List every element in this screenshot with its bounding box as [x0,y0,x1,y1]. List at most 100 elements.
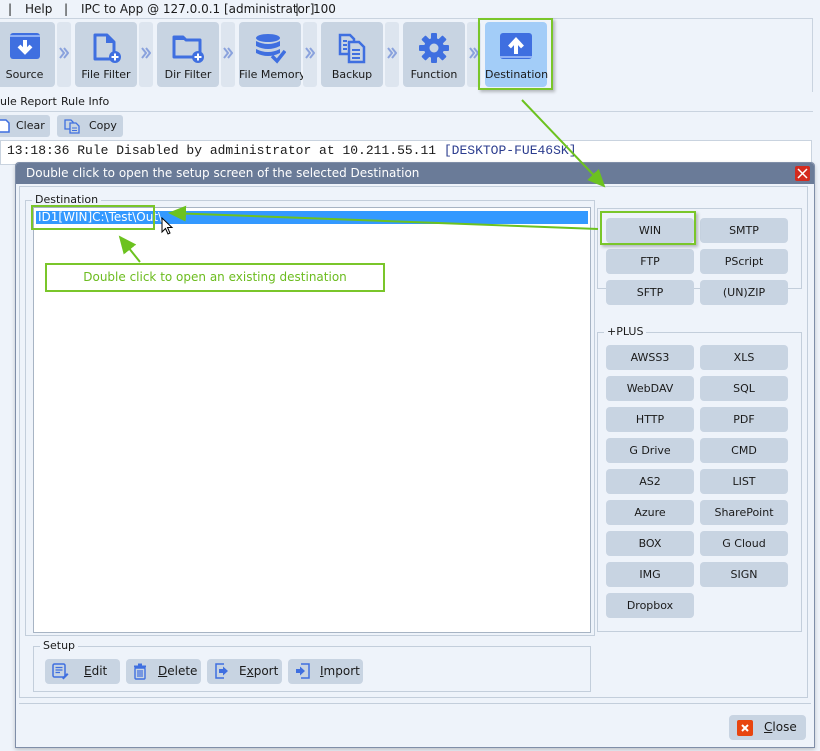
dialog-title: Double click to open the setup screen of… [16,163,814,184]
dest-sharepoint-button[interactable]: SharePoint [700,500,788,525]
close-x-icon [737,720,753,736]
toolbar-step-arrow [57,22,71,87]
toolbar-file-memory-button[interactable]: File Memory [239,22,306,87]
dest-azure-button[interactable]: Azure [606,500,694,525]
connection-count: 100 [313,2,336,16]
chevron-double-right-icon [59,47,69,59]
dest-img-button[interactable]: IMG [606,562,694,587]
dialog-close-button[interactable] [795,166,810,181]
toolbar-source-button[interactable]: Source [0,22,55,87]
dest-pscript-button[interactable]: PScript [700,249,788,274]
delete-button[interactable]: Delete [126,659,201,684]
destination-list-item[interactable]: ID1[WIN]C:\Test\Out\ [36,211,588,224]
setup-group-label: Setup [40,639,79,653]
toolbar-label: Destination [485,68,549,81]
chevron-double-right-icon [141,47,151,59]
trash-icon [134,663,146,680]
new-file-icon [0,119,10,133]
toolbar-destination-button[interactable]: Destination [485,22,549,87]
tab-rule-report[interactable]: ule Report [0,93,57,111]
dest-unzip-button[interactable]: (UN)ZIP [700,280,788,305]
dest-sftp-button[interactable]: SFTP [606,280,694,305]
toolbar-step-arrow [385,22,399,87]
close-label: lose [772,720,797,734]
database-check-icon [256,34,286,64]
toolbar-label: File Memory [239,68,306,81]
dest-gcloud-button[interactable]: G Cloud [700,531,788,556]
copy-icon [64,119,80,134]
dest-sql-button[interactable]: SQL [700,376,788,401]
plus-group-label: +PLUS [604,325,647,339]
dest-list-button[interactable]: LIST [700,469,788,494]
dest-http-button[interactable]: HTTP [606,407,694,432]
chevron-double-right-icon [387,47,397,59]
upload-icon [500,33,532,59]
delete-mnemonic: D [158,664,168,678]
log-line: 13:18:36 Rule Disabled by administrator … [7,143,444,158]
dest-awss3-button[interactable]: AWSS3 [606,345,694,370]
toolbar-step-arrow [221,22,235,87]
download-icon [9,33,40,59]
annotation-hint: Double click to open an existing destina… [45,263,385,292]
close-icon [797,168,808,179]
dest-dropbox-button[interactable]: Dropbox [606,593,694,618]
toolbar-label: Backup [331,68,373,81]
delete-label: elete [167,664,198,678]
toolbar-function-button[interactable]: Function [403,22,465,87]
edit-button[interactable]: Edit [45,659,120,684]
chevron-double-right-icon [223,47,233,59]
menu-separator: | [8,2,13,16]
menu-help[interactable]: Help [25,0,52,18]
dest-xls-button[interactable]: XLS [700,345,788,370]
toolbar-file-filter-button[interactable]: File Filter [75,22,137,87]
chevron-double-right-icon [469,47,479,59]
dest-gdrive-button[interactable]: G Drive [606,438,694,463]
gear-icon [419,33,449,63]
copy-label: Copy [89,119,117,132]
toolbar-step-arrow [139,22,153,87]
export-mnemonic: x [246,664,254,678]
dest-webdav-button[interactable]: WebDAV [606,376,694,401]
dest-pdf-button[interactable]: PDF [700,407,788,432]
toolbar-backup-button[interactable]: Backup [321,22,383,87]
edit-label: dit [91,664,108,678]
clear-label: Clear [16,119,45,132]
export-button[interactable]: Export [207,659,282,684]
footer-divider [19,703,811,704]
toolbar-label: Source [5,68,44,81]
edit-icon [52,663,69,680]
clear-log-button[interactable]: Clear [0,115,50,137]
connection-status: IPC to App @ 127.0.0.1 [administrator] [81,2,315,16]
mouse-cursor-icon [161,217,174,235]
chevron-double-right-icon [305,47,315,59]
dest-win-button[interactable]: WIN [606,218,694,243]
export-icon [215,663,228,679]
copy-icon [338,33,366,64]
dest-smtp-button[interactable]: SMTP [700,218,788,243]
close-button[interactable]: Close [729,715,806,740]
toolbar-label: File Filter [81,68,131,81]
destination-group-label: Destination [32,193,102,207]
copy-log-button[interactable]: Copy [57,115,123,137]
sub-tabs: ule Report Rule Info [0,92,813,112]
file-add-icon [93,33,121,63]
dest-sign-button[interactable]: SIGN [700,562,788,587]
menu-separator: | [295,2,300,16]
toolbar-dir-filter-button[interactable]: Dir Filter [157,22,219,87]
import-button[interactable]: Import [288,659,363,684]
dest-box-button[interactable]: BOX [606,531,694,556]
menu-bar: | Help | IPC to App @ 127.0.0.1 [adminis… [0,0,820,18]
tab-rule-info[interactable]: Rule Info [61,93,109,111]
toolbar-label: Function [410,68,458,81]
import-label: mport [323,664,360,678]
menu-separator: | [64,2,69,16]
edit-mnemonic: E [84,664,92,678]
dest-as2-button[interactable]: AS2 [606,469,694,494]
dest-ftp-button[interactable]: FTP [606,249,694,274]
export-label: port [253,664,279,678]
dest-cmd-button[interactable]: CMD [700,438,788,463]
import-icon [296,663,310,679]
export-label-start: E [239,664,247,678]
toolbar-step-arrow [303,22,317,87]
log-host: [DESKTOP-FUE46SK] [443,143,577,158]
